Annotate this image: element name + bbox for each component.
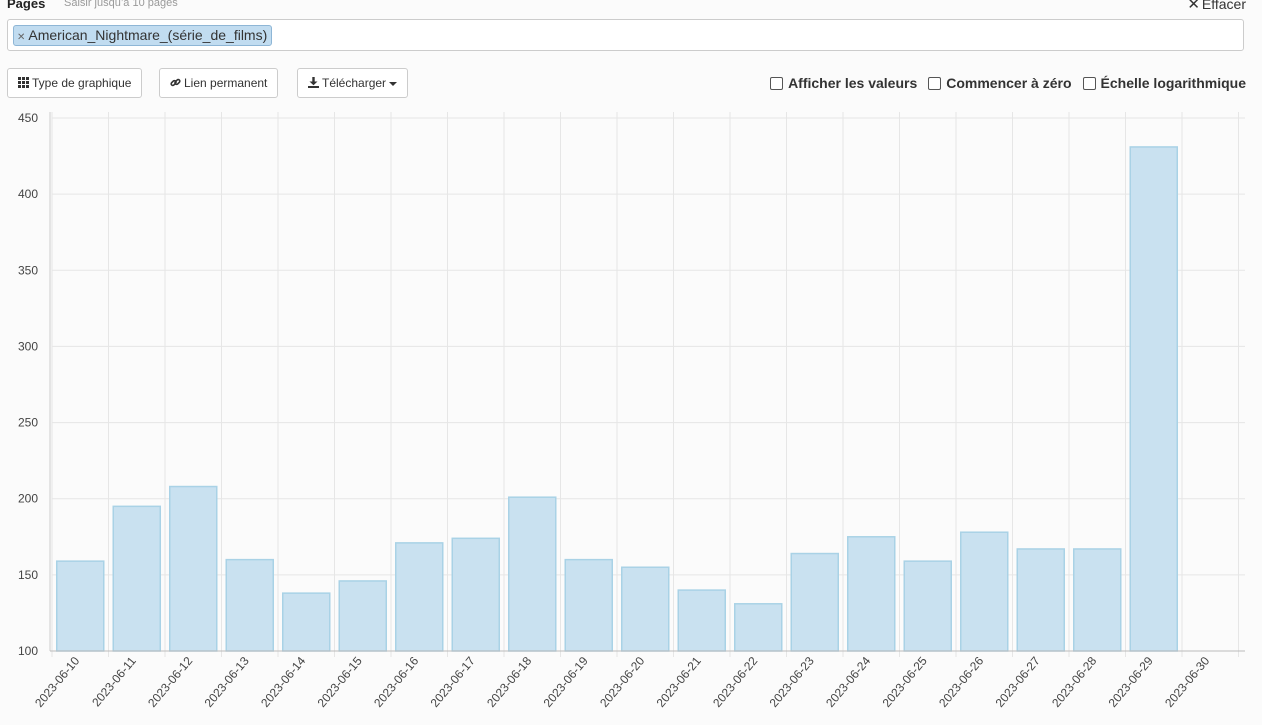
checkbox-box[interactable]: [770, 76, 784, 90]
bar-2023-06-14[interactable]: [282, 592, 331, 652]
x-tick-label: 2023-06-21: [654, 654, 704, 710]
x-tick-label: 2023-06-28: [1049, 654, 1099, 710]
bar-2023-06-24[interactable]: [847, 536, 896, 652]
x-tick-label: 2023-06-30: [1162, 654, 1212, 710]
bar-2023-06-11[interactable]: [112, 505, 161, 652]
checkbox-box[interactable]: [928, 76, 942, 90]
bar-2023-06-23[interactable]: [790, 552, 839, 652]
x-tick-label: 2023-06-12: [145, 654, 195, 710]
bar-2023-06-13[interactable]: [225, 558, 274, 652]
bar-2023-06-17[interactable]: [451, 537, 500, 652]
chart-options: Afficher les valeurs Commencer à zéro Éc…: [770, 74, 1246, 92]
start-zero-checkbox[interactable]: Commencer à zéro: [928, 74, 1072, 92]
bar-2023-06-18[interactable]: [508, 496, 557, 652]
close-icon[interactable]: ✕: [17, 32, 25, 43]
x-tick-label: 2023-06-19: [541, 654, 591, 710]
page-tag-label: American_Nightmare_(série_de_films): [28, 27, 268, 43]
permalink-label: Lien permanent: [184, 76, 268, 90]
show-values-checkbox[interactable]: Afficher les valeurs: [770, 74, 917, 92]
link-icon: [170, 70, 181, 98]
y-tick-label: 300: [18, 339, 38, 353]
x-tick-label: 2023-06-25: [880, 654, 930, 710]
x-tick-label: 2023-06-26: [936, 654, 986, 710]
clear-label: Effacer: [1201, 0, 1246, 12]
pages-header: Pages Saisir jusqu’à 10 pages ✕ Effacer: [7, 0, 1247, 13]
checkbox-box[interactable]: [1082, 76, 1096, 90]
bar-2023-06-19[interactable]: [564, 558, 613, 652]
bar-2023-06-27[interactable]: [1016, 548, 1065, 652]
pages-label: Pages: [7, 0, 46, 11]
x-tick-label: 2023-06-22: [710, 654, 760, 710]
y-tick-label: 100: [18, 644, 38, 658]
pageviews-bar-chart: 1001502002503003504004502023-06-10 2023-0…: [18, 111, 1245, 710]
bar-2023-06-21[interactable]: [677, 589, 726, 652]
chart-type-label: Type de graphique: [32, 76, 132, 90]
chart-type-button[interactable]: Type de graphique: [7, 68, 143, 98]
x-tick-label: 2023-06-24: [823, 654, 873, 710]
pages-input[interactable]: ✕ American_Nightmare_(série_de_films): [7, 19, 1244, 51]
x-tick-label: 2023-06-11: [89, 654, 139, 710]
x-tick-label: 2023-06-16: [371, 654, 421, 710]
bar-2023-06-29[interactable]: [1129, 146, 1178, 652]
y-tick-label: 200: [18, 492, 38, 506]
bar-2023-06-12[interactable]: [169, 485, 218, 652]
page-tag[interactable]: ✕ American_Nightmare_(série_de_films): [13, 25, 273, 46]
bar-2023-06-26[interactable]: [960, 531, 1009, 652]
bar-2023-06-10[interactable]: [56, 560, 105, 652]
x-tick-label: 2023-06-20: [597, 654, 647, 710]
x-tick-label: 2023-06-14: [258, 654, 308, 710]
y-tick-label: 150: [18, 568, 38, 582]
x-tick-label: 2023-06-17: [428, 654, 478, 710]
download-label: Télécharger: [322, 76, 387, 90]
y-tick-label: 250: [18, 416, 38, 430]
bar-2023-06-15[interactable]: [338, 580, 387, 652]
x-tick-label: 2023-06-27: [993, 654, 1043, 710]
x-tick-label: 2023-06-23: [767, 654, 817, 710]
close-icon: ✕: [1187, 0, 1200, 13]
y-tick-label: 350: [18, 263, 38, 277]
bar-2023-06-20[interactable]: [621, 566, 670, 652]
x-tick-label: 2023-06-29: [1106, 654, 1156, 710]
x-tick-label: 2023-06-13: [202, 654, 252, 710]
show-values-label: Afficher les valeurs: [788, 75, 918, 91]
bar-2023-06-25[interactable]: [903, 560, 952, 652]
download-button[interactable]: Télécharger: [297, 68, 409, 98]
start-zero-label: Commencer à zéro: [946, 75, 1072, 91]
chevron-down-icon: [389, 81, 398, 86]
clear-button[interactable]: ✕ Effacer: [1187, 0, 1246, 13]
x-tick-label: 2023-06-10: [32, 654, 82, 710]
bar-2023-06-28[interactable]: [1073, 548, 1122, 652]
x-tick-label: 2023-06-15: [315, 654, 365, 710]
log-scale-checkbox[interactable]: Échelle logarithmique: [1082, 74, 1246, 92]
log-scale-label: Échelle logarithmique: [1100, 75, 1246, 91]
bar-2023-06-22[interactable]: [734, 603, 783, 652]
download-icon: [308, 70, 319, 98]
bar-2023-06-16[interactable]: [395, 542, 444, 652]
grid-icon: [18, 70, 29, 98]
pages-hint: Saisir jusqu’à 10 pages: [64, 0, 178, 9]
y-tick-label: 450: [18, 111, 38, 125]
x-tick-label: 2023-06-18: [484, 654, 534, 710]
y-tick-label: 400: [18, 187, 38, 201]
permalink-button[interactable]: Lien permanent: [159, 68, 279, 98]
